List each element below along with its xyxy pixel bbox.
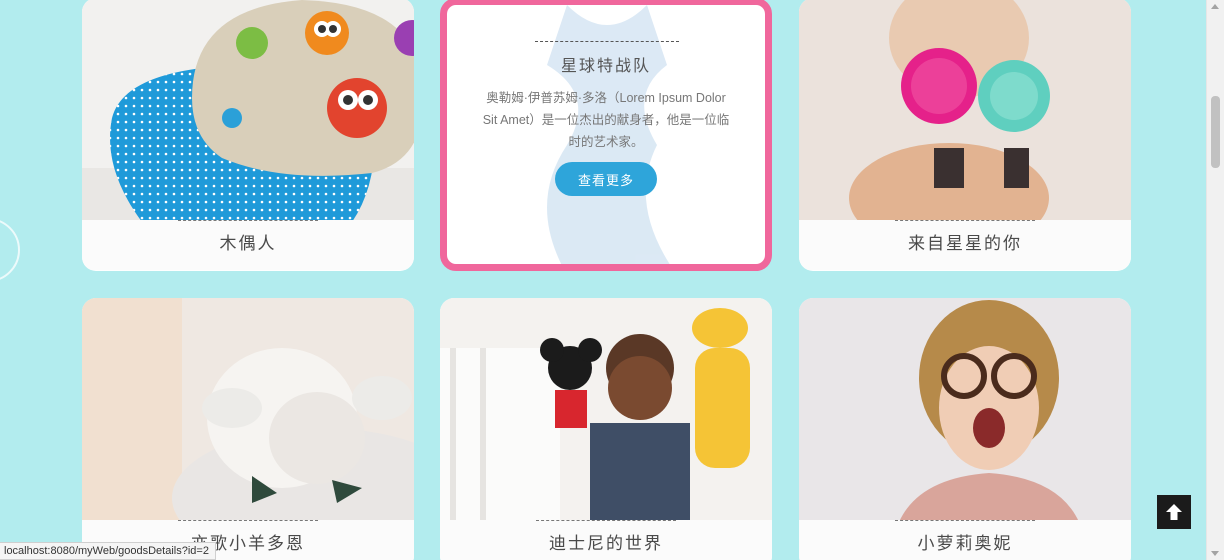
title-divider [535, 41, 679, 42]
browser-status-bar: localhost:8080/myWeb/goodsDetails?id=2 [0, 542, 216, 560]
carousel-prev-arrow[interactable] [0, 218, 20, 282]
card-title[interactable]: 木偶人 [82, 229, 414, 254]
card-title[interactable]: 小萝莉奥妮 [799, 529, 1131, 554]
product-card-sheep[interactable]: 亦歌小羊多恩 [82, 298, 414, 560]
scroll-down-arrow-icon[interactable] [1211, 551, 1219, 556]
page: 木偶人 星球特战队 奥勒姆·伊普苏姆·多洛（Lorem Ipsum Dolor … [0, 0, 1224, 560]
scrollbar-thumb[interactable] [1211, 96, 1220, 168]
featured-description: 奥勒姆·伊普苏姆·多洛（Lorem Ipsum Dolor Sit Amet）是… [482, 91, 730, 149]
card-caption: 小萝莉奥妮 [799, 520, 1131, 560]
card-caption: 木偶人 [82, 220, 414, 270]
product-card-puppet[interactable]: 木偶人 [82, 0, 414, 271]
product-card-featured[interactable]: 星球特战队 奥勒姆·伊普苏姆·多洛（Lorem Ipsum Dolor Sit … [440, 0, 772, 271]
view-more-button[interactable]: 查看更多 [555, 162, 657, 196]
caption-divider [536, 520, 676, 521]
product-image-hat [82, 0, 414, 222]
scroll-up-arrow-icon[interactable] [1211, 4, 1219, 9]
product-image-girl [799, 298, 1131, 522]
product-card-star[interactable]: 来自星星的你 [799, 0, 1131, 271]
vertical-scrollbar[interactable] [1206, 0, 1224, 560]
product-image-sheep [82, 298, 414, 522]
caption-divider [178, 520, 318, 521]
caption-divider [178, 220, 318, 221]
caption-divider [895, 520, 1035, 521]
product-card-disney[interactable]: 迪士尼的世界 [440, 298, 772, 560]
card-caption: 来自星星的你 [799, 220, 1131, 270]
card-caption: 迪士尼的世界 [440, 520, 772, 560]
card-title[interactable]: 来自星星的你 [799, 229, 1131, 254]
featured-title: 星球特战队 [560, 56, 651, 75]
product-image-pompom [799, 0, 1131, 222]
arrow-up-icon [1166, 504, 1182, 520]
back-to-top-button[interactable] [1157, 495, 1191, 529]
caption-divider [895, 220, 1035, 221]
product-image-boy [440, 298, 772, 522]
card-title[interactable]: 迪士尼的世界 [440, 529, 772, 554]
product-card-girl[interactable]: 小萝莉奥妮 [799, 298, 1131, 560]
